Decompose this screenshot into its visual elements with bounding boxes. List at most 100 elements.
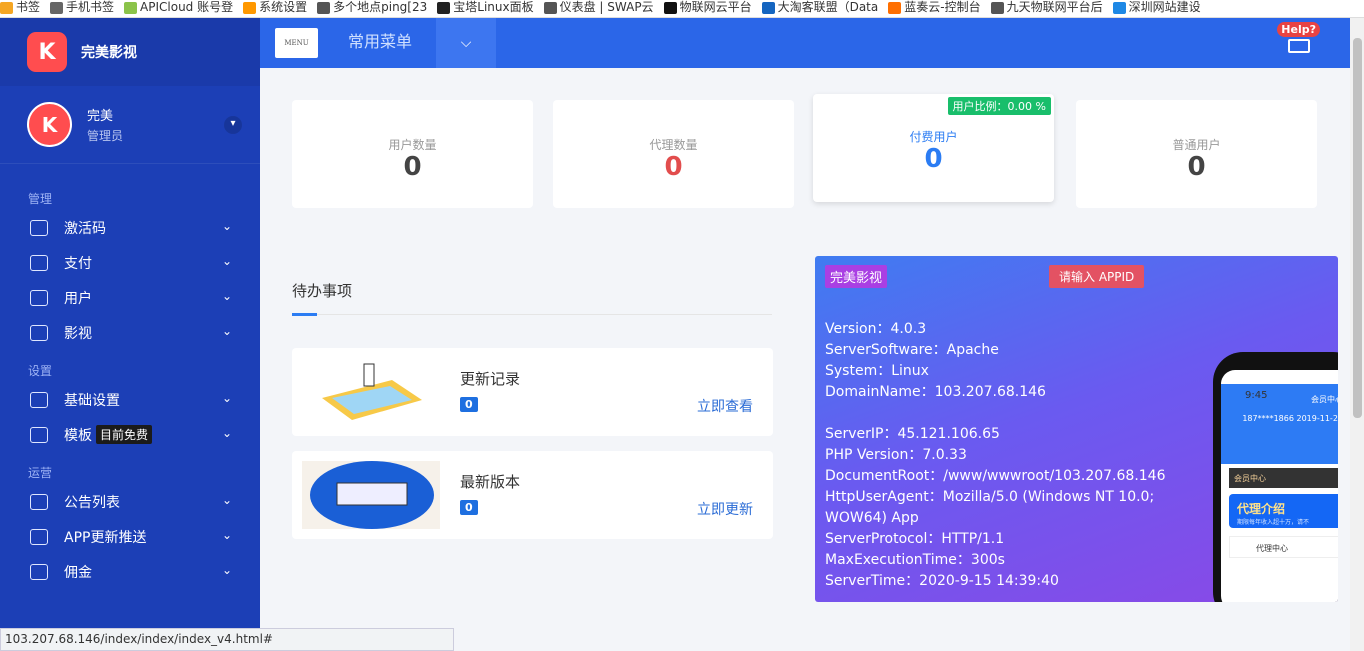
bookmark-icon (124, 1, 138, 14)
todo-title-underline (292, 313, 317, 316)
todo-illustration (302, 358, 440, 426)
phone-agent-card: 代理介绍 期限每年收入超十万，请不 (1229, 494, 1338, 528)
bookmark-item[interactable]: 系统设置 (243, 0, 307, 16)
stat-card: 付费用户 0 用户比例：0.00 % (813, 94, 1054, 202)
scrollbar-thumb[interactable] (1353, 38, 1362, 418)
stat-card: 代理数量 0 (553, 100, 794, 208)
bookmark-icon (243, 1, 257, 14)
stat-label: 普通用户 (1172, 138, 1221, 152)
system-info-line (825, 403, 1166, 424)
sidebar-item-label: 用户 (64, 290, 92, 307)
status-bar-url: 103.207.68.146/index/index/index_v4.html… (0, 628, 454, 651)
sidebar-item[interactable]: 支付 ⌄ (0, 245, 260, 280)
users-icon (30, 289, 48, 306)
system-info-panel: 完美影视 请输入 APPID Version：4.0.3 ServerSoftwa… (815, 256, 1338, 602)
bookmark-icon (761, 1, 775, 14)
chevron-down-icon[interactable]: ▾ (224, 116, 242, 134)
brand-name: 完美影视 (81, 45, 137, 61)
sidebar-item[interactable]: 佣金 ⌄ (0, 554, 260, 589)
bookmark-item[interactable]: 手机书签 (50, 0, 114, 16)
count-badge: 0 (460, 397, 478, 412)
robot-icon (30, 528, 48, 545)
sidebar-item[interactable]: 激活码 ⌄ (0, 210, 260, 245)
free-badge: 目前免费 (96, 425, 153, 444)
chevron-down-icon: ⌄ (221, 254, 232, 268)
sidebar-item-label: 影视 (64, 325, 92, 342)
menu-title[interactable]: 常用菜单 (348, 18, 412, 65)
todo-action-link[interactable]: 立即查看 (697, 396, 753, 416)
bookmark-icon (663, 1, 677, 14)
top-bar: MENU 常用菜单 ⌵ Help? (260, 18, 1350, 68)
sidebar-item[interactable]: 公告列表 ⌄ (0, 484, 260, 519)
bookmark-icon (990, 1, 1004, 14)
bookmark-icon (50, 1, 64, 14)
help-button[interactable]: Help? (1277, 22, 1320, 53)
todo-action-link[interactable]: 立即更新 (697, 499, 753, 519)
bookmark-icon (888, 1, 902, 14)
bookmark-icon (317, 1, 331, 14)
ratio-badge: 用户比例：0.00 % (947, 97, 1051, 115)
page-scrollbar[interactable] (1350, 18, 1364, 651)
system-info-line: ServerIP：45.121.106.65 (825, 426, 1000, 442)
bookmark-item[interactable]: 九天物联网平台后 (990, 0, 1103, 16)
palette-icon (30, 426, 48, 443)
chevron-down-icon: ⌄ (221, 219, 232, 233)
app-logo: K (27, 32, 67, 72)
menu-dropdown-button[interactable]: ⌵ (436, 18, 496, 68)
chevron-down-icon: ⌄ (221, 528, 232, 542)
system-info-line: DomainName：103.207.68.146 (825, 384, 1046, 400)
todo-item-title: 最新版本 (460, 473, 521, 491)
bookmark-item[interactable]: 物联网云平台 (663, 0, 752, 16)
sidebar-item-label: 基础设置 (64, 392, 120, 409)
stat-value: 0 (1187, 152, 1206, 182)
todo-item-title: 更新记录 (460, 370, 521, 388)
sidebar-item[interactable]: 影视 ⌄ (0, 315, 260, 350)
bookmark-item[interactable]: 蓝奏云-控制台 (888, 0, 981, 16)
sidebar: K 完美影视 K 完美 管理员 ▾ 管理 激活码 ⌄ 支付 ⌄ 用户 ⌄ 影视 ⌄ 设置 基础设置 ⌄… (0, 18, 260, 651)
phone-member-bar: 会员中心 (1229, 468, 1338, 488)
phone-time: 9:45 (1245, 390, 1268, 401)
user-name: 完美 (87, 109, 114, 124)
user-profile[interactable]: K 完美 管理员 ▾ (0, 86, 260, 164)
system-info-line: MaxExecutionTime：300s (825, 552, 1005, 568)
stat-card: 用户数量 0 (292, 100, 533, 208)
sidebar-item-label: 支付 (64, 255, 92, 272)
chat-icon (1287, 39, 1310, 53)
bookmark-item[interactable]: APICloud 账号登 (124, 0, 233, 16)
todo-card: 最新版本 0 立即更新 (292, 451, 773, 539)
stat-card: 普通用户 0 (1076, 100, 1317, 208)
bookmark-item[interactable]: 仪表盘 | SWAP云 (543, 0, 654, 16)
bookmark-item[interactable]: 书签 (0, 0, 40, 16)
user-role: 管理员 (87, 129, 124, 143)
phone-mockup: 会员中心187****1866 2019-11-22 9:45 会员中心 代理介… (1213, 352, 1338, 602)
sidebar-item-label: 模板 (64, 427, 92, 444)
phone-header: 会员中心187****1866 2019-11-22 (1221, 384, 1338, 464)
phone-agent-row: 代理中心 (1229, 536, 1338, 558)
sidebar-item[interactable]: 用户 ⌄ (0, 280, 260, 315)
bookmark-icon (543, 1, 557, 14)
system-info-line: HttpUserAgent：Mozilla/5.0 (Windows NT 10… (825, 489, 1155, 505)
avatar: K (27, 102, 72, 147)
sidebar-item-label: APP更新推送 (64, 529, 147, 546)
sidebar-section-title: 设置 (28, 364, 53, 378)
help-label: Help? (1277, 22, 1320, 37)
bookmark-item[interactable]: 大淘客联盟（Data (761, 0, 878, 16)
sidebar-item-label: 激活码 (64, 220, 106, 237)
bookmark-item[interactable]: 宝塔Linux面板 (437, 0, 534, 16)
sidebar-item[interactable]: 基础设置 ⌄ (0, 382, 260, 417)
brand[interactable]: K 完美影视 (0, 18, 260, 86)
sidebar-section-title: 运营 (28, 466, 53, 480)
system-info-line: DocumentRoot：/www/wwwroot/103.207.68.146 (825, 468, 1166, 484)
chevron-down-icon: ⌵ (460, 35, 472, 51)
system-info-line: PHP Version：7.0.33 (825, 447, 967, 463)
sidebar-item[interactable]: APP更新推送 ⌄ (0, 519, 260, 554)
divider (292, 314, 772, 315)
bookmark-item[interactable]: 深圳网站建设 (1112, 0, 1201, 16)
chevron-down-icon: ⌄ (221, 324, 232, 338)
chevron-down-icon: ⌄ (221, 493, 232, 507)
sidebar-item[interactable]: 模板 目前免费 ⌄ (0, 417, 260, 452)
bookmark-item[interactable]: 多个地点ping[23 (317, 0, 427, 16)
appid-button[interactable]: 请输入 APPID (1049, 265, 1145, 288)
menu-logo: MENU (275, 28, 318, 58)
chevron-down-icon: ⌄ (221, 391, 232, 405)
